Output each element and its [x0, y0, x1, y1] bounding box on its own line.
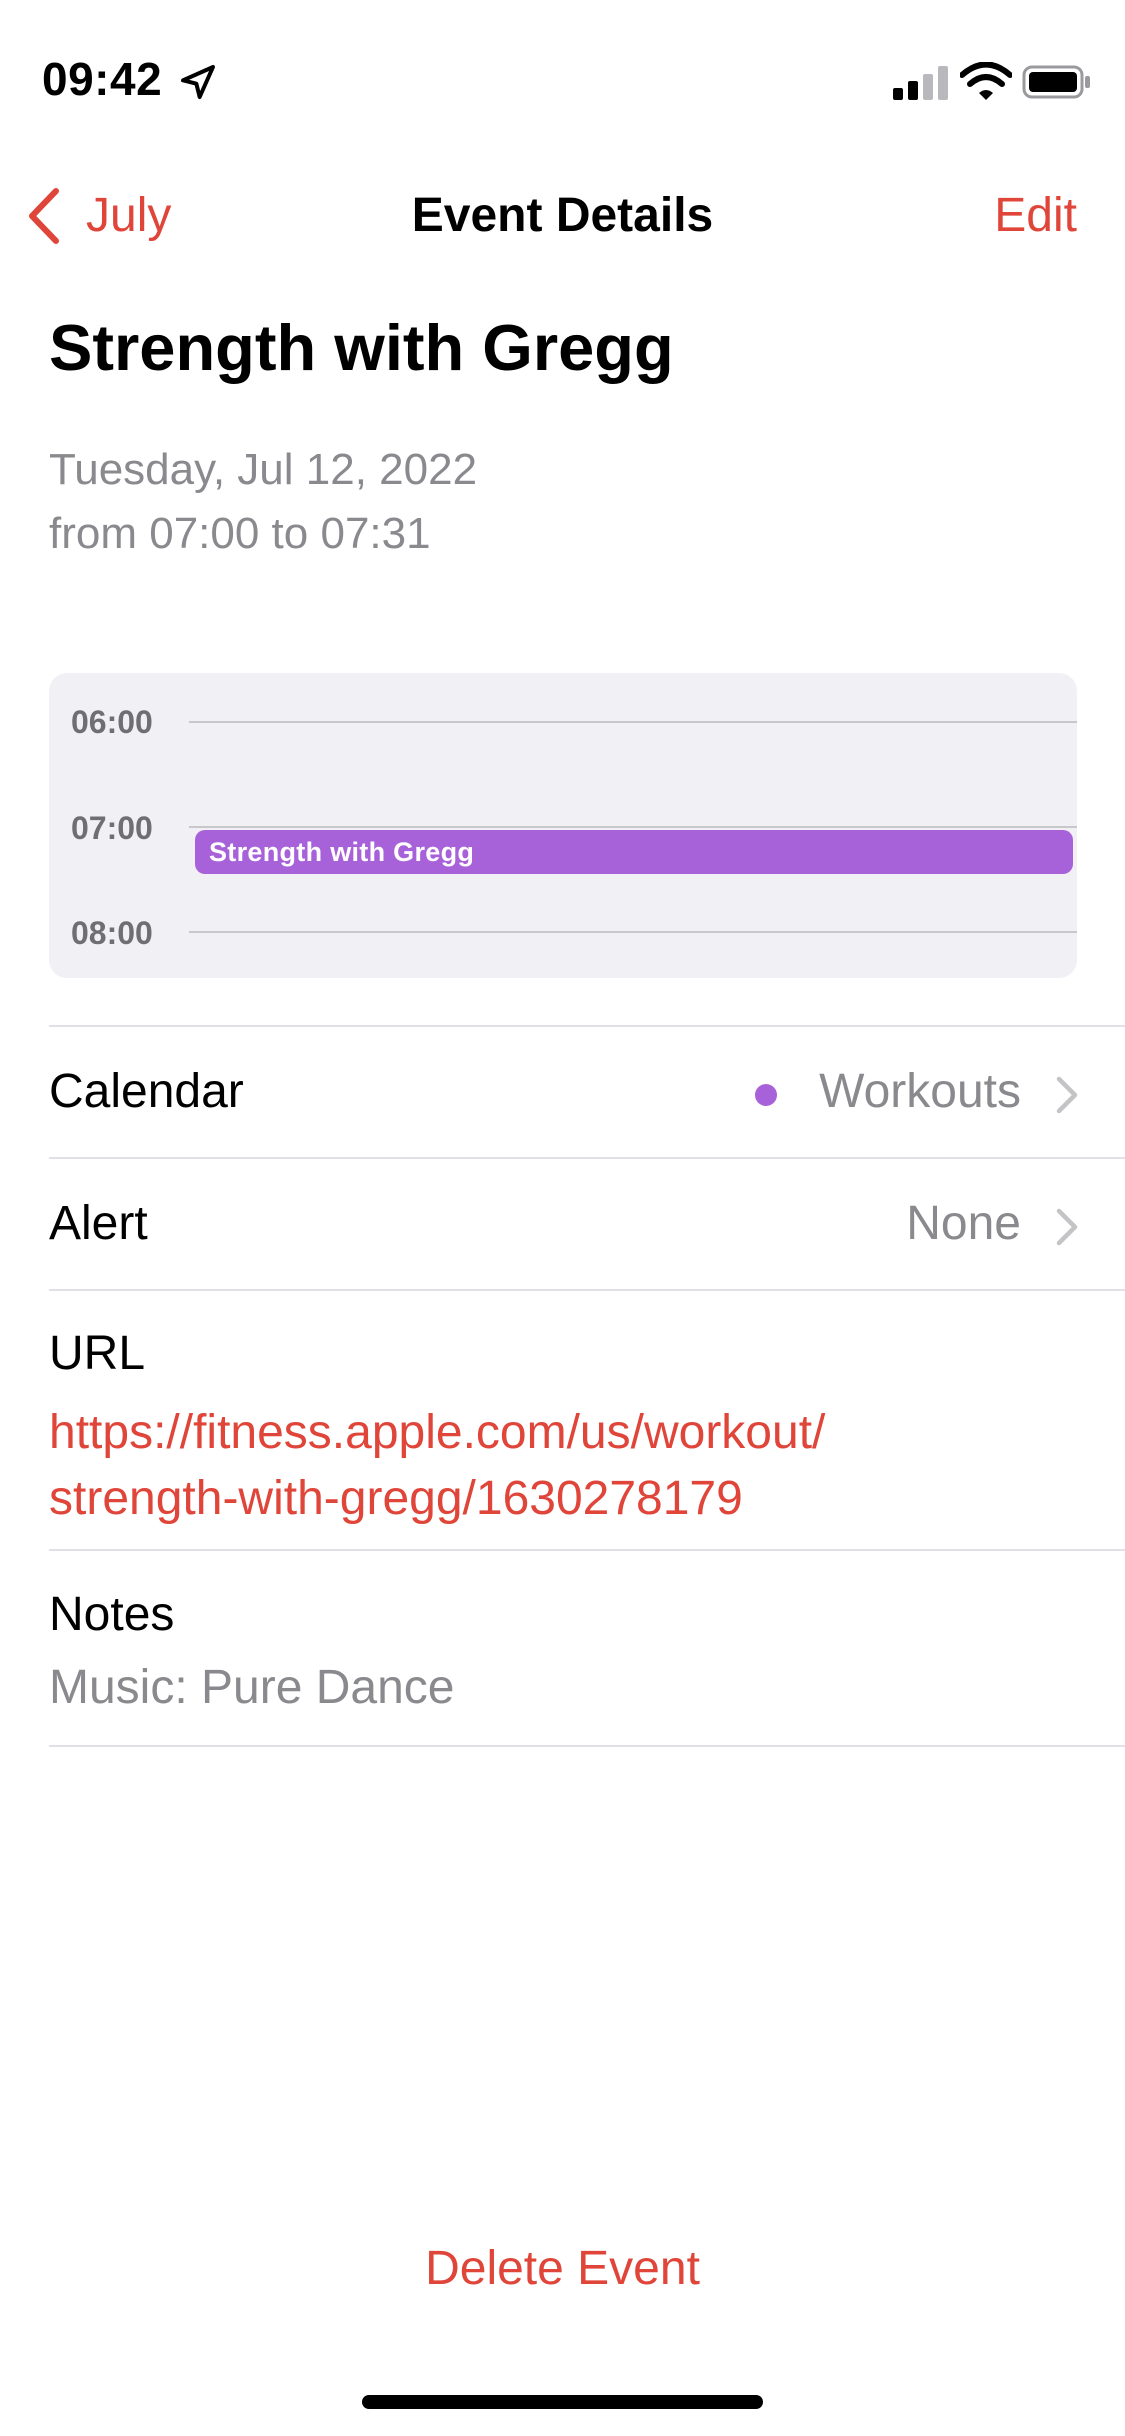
chevron-right-icon — [1056, 1208, 1078, 1246]
hour-label: 07:00 — [71, 810, 153, 846]
url-link[interactable]: https://fitness.apple.com/us/workout/ st… — [49, 1400, 1049, 1532]
url-link-line: https://fitness.apple.com/us/workout/ — [49, 1406, 826, 1459]
battery-icon — [1022, 65, 1090, 99]
hour-label: 08:00 — [71, 915, 153, 951]
event-title: Strength with Gregg — [49, 311, 674, 384]
notes-value: Music: Pure Dance — [49, 1661, 455, 1714]
hour-line — [189, 721, 1077, 723]
alert-row[interactable]: Alert None — [0, 1159, 1125, 1289]
url-link-line: strength-with-gregg/1630278179 — [49, 1472, 743, 1525]
alert-label: Alert — [49, 1197, 148, 1250]
day-timeline-preview: 06:00 07:00 08:00 Strength with Gregg — [49, 673, 1077, 978]
status-time: 09:42 — [42, 53, 163, 105]
chevron-left-icon — [29, 188, 59, 244]
calendar-row[interactable]: Calendar Workouts — [0, 1027, 1125, 1157]
hour-label: 06:00 — [71, 704, 153, 740]
cellular-signal-icon — [893, 66, 948, 100]
divider — [49, 1549, 1125, 1551]
url-label: URL — [49, 1327, 146, 1380]
home-indicator[interactable] — [362, 2395, 763, 2409]
calendar-value: Workouts — [819, 1065, 1021, 1118]
back-button[interactable]: July — [24, 184, 171, 248]
location-arrow-icon — [181, 65, 215, 99]
timeline-event-block[interactable]: Strength with Gregg — [195, 830, 1073, 874]
divider — [49, 1289, 1125, 1291]
notes-label: Notes — [49, 1588, 175, 1641]
edit-button[interactable]: Edit — [994, 184, 1077, 248]
delete-event-button[interactable]: Delete Event — [0, 2236, 1125, 2302]
wifi-icon — [960, 62, 1012, 100]
hour-line — [189, 931, 1077, 933]
divider — [49, 1745, 1125, 1747]
event-date: Tuesday, Jul 12, 2022 — [49, 445, 478, 494]
event-time-range: from 07:00 to 07:31 — [49, 509, 431, 558]
alert-value: None — [906, 1197, 1021, 1250]
back-button-label: July — [86, 189, 172, 242]
chevron-right-icon — [1056, 1076, 1078, 1114]
hour-line — [189, 826, 1077, 828]
calendar-label: Calendar — [49, 1065, 244, 1118]
calendar-color-dot — [755, 1084, 777, 1106]
